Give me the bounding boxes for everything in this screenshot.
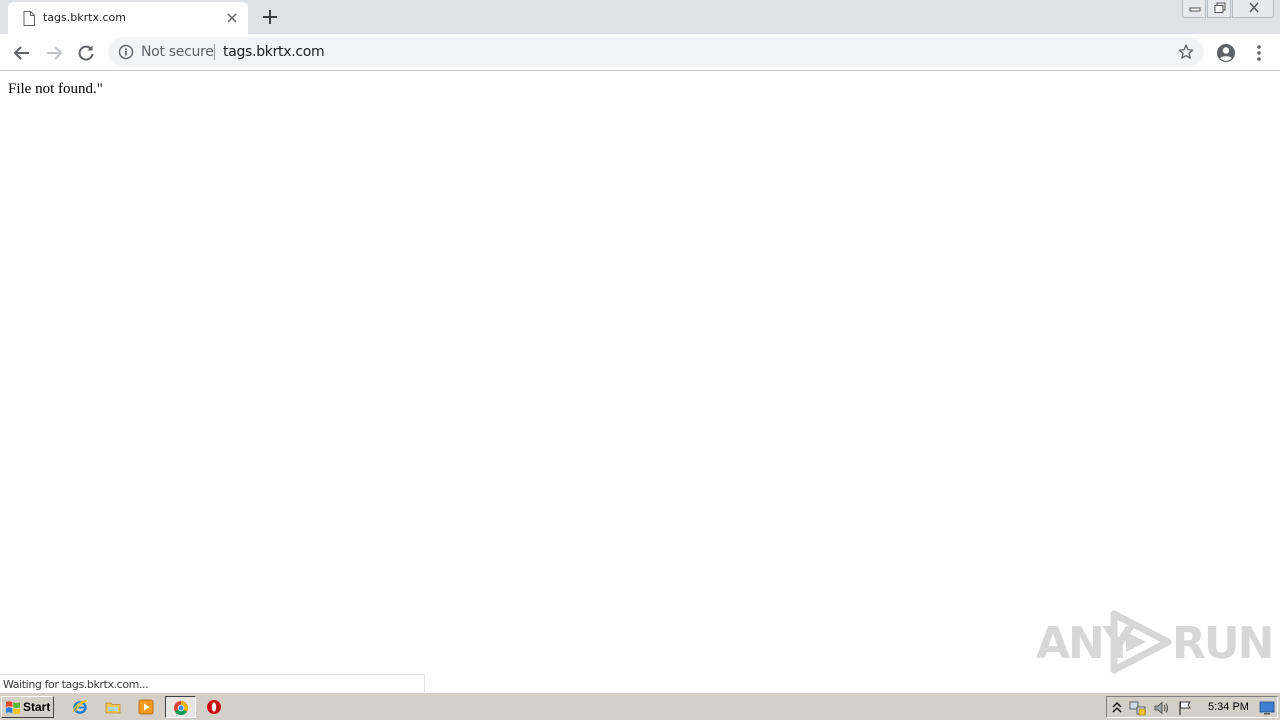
tab-title: tags.bkrtx.com xyxy=(43,11,126,24)
profile-icon xyxy=(1217,44,1235,62)
tab-strip: tags.bkrtx.com xyxy=(0,0,1280,34)
close-window-button[interactable] xyxy=(1232,0,1274,18)
taskbar-windows-explorer[interactable] xyxy=(101,696,125,718)
start-button[interactable]: Start xyxy=(1,696,54,718)
windows-logo-icon xyxy=(6,701,20,715)
status-text: Waiting for tags.bkrtx.com... xyxy=(3,678,149,691)
forward-arrow-icon xyxy=(47,46,63,60)
internet-explorer-icon xyxy=(72,699,88,714)
tab-close-icon[interactable] xyxy=(224,10,240,26)
volume-icon[interactable] xyxy=(1153,700,1171,716)
menu-button[interactable] xyxy=(1247,41,1271,65)
page-body-text: File not found." xyxy=(8,81,103,97)
windows-explorer-icon xyxy=(105,702,121,714)
taskbar-internet-explorer[interactable] xyxy=(68,696,92,718)
action-center-flag-icon[interactable] xyxy=(1177,700,1193,716)
watermark-right-text: RUN xyxy=(1172,618,1274,669)
chrome-icon xyxy=(174,701,188,715)
browser-tab[interactable]: tags.bkrtx.com xyxy=(8,2,248,34)
minimize-icon xyxy=(1189,7,1201,12)
new-tab-icon[interactable] xyxy=(260,7,280,27)
menu-dots-icon xyxy=(1257,45,1261,61)
taskbar-chrome[interactable] xyxy=(165,696,196,718)
taskbar-clock[interactable]: 5:34 PM xyxy=(1208,701,1249,713)
browser-toolbar: Not secure tags.bkrtx.com xyxy=(0,34,1280,71)
address-bar[interactable]: Not secure tags.bkrtx.com xyxy=(108,37,1204,67)
show-desktop-icon[interactable] xyxy=(1259,700,1275,716)
page-viewport: File not found." ANY RUN Waiting for tag… xyxy=(0,72,1280,693)
profile-button[interactable] xyxy=(1214,41,1238,65)
taskbar-opera[interactable] xyxy=(202,696,226,718)
forward-button[interactable] xyxy=(42,41,66,65)
anyrun-watermark: ANY RUN xyxy=(1036,608,1274,676)
taskbar-media-player[interactable] xyxy=(134,696,158,718)
info-icon[interactable] xyxy=(118,44,134,60)
back-arrow-icon xyxy=(13,46,29,60)
restore-button[interactable] xyxy=(1207,0,1231,18)
start-label: Start xyxy=(23,700,51,714)
opera-icon xyxy=(207,700,221,714)
network-icon[interactable] xyxy=(1129,700,1147,716)
close-icon xyxy=(1249,2,1259,13)
play-logo-icon xyxy=(1110,610,1172,674)
reload-button[interactable] xyxy=(74,41,98,65)
show-hidden-icons-arrow[interactable] xyxy=(1111,700,1123,716)
restore-icon xyxy=(1214,2,1226,13)
page-icon xyxy=(23,11,35,26)
security-label[interactable]: Not secure xyxy=(141,44,214,60)
reload-icon xyxy=(78,45,94,61)
system-tray: 5:34 PM xyxy=(1106,696,1278,718)
url-text[interactable]: tags.bkrtx.com xyxy=(223,44,325,60)
address-divider xyxy=(214,44,215,60)
taskbar: Start 5:34 PM xyxy=(0,692,1280,720)
media-player-icon xyxy=(138,699,154,715)
minimize-button[interactable] xyxy=(1182,0,1206,18)
back-button[interactable] xyxy=(10,41,34,65)
star-icon[interactable] xyxy=(1177,43,1195,61)
status-bubble: Waiting for tags.bkrtx.com... xyxy=(0,674,425,693)
